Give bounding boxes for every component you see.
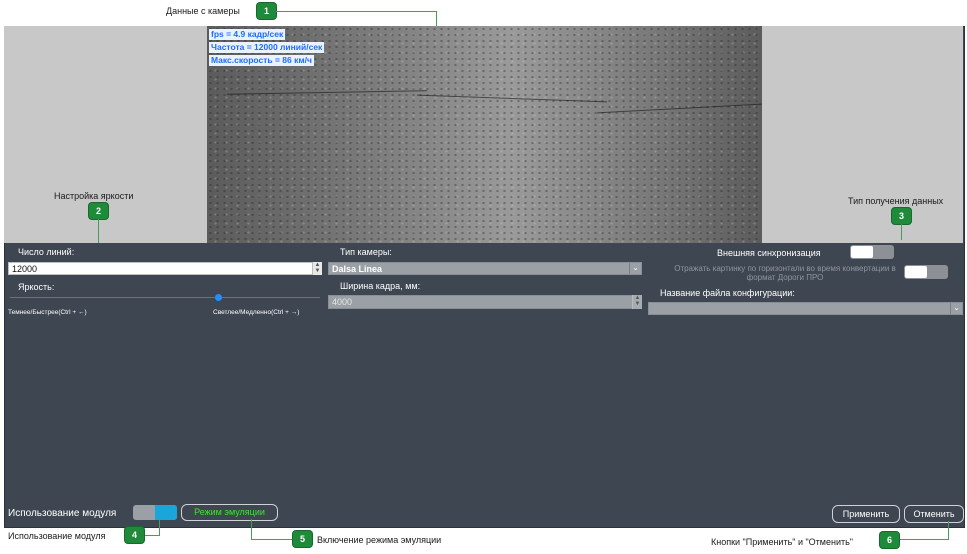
config-file-label: Название файла конфигурации: — [660, 288, 795, 298]
external-sync-label: Внешняя синхронизация — [717, 248, 821, 258]
brightness-label: Яркость: — [18, 282, 55, 292]
mirror-image-label: Отражать картинку по горизонтали во врем… — [674, 264, 896, 282]
module-usage-toggle[interactable] — [133, 505, 177, 520]
module-usage-label: Использование модуля — [8, 508, 117, 519]
callout-camera-data-label: Данные с камеры — [166, 6, 240, 16]
fps-readout: fps = 4.9 кадр/сек — [209, 29, 286, 40]
frame-width-input[interactable]: 4000 — [328, 295, 642, 309]
callout-badge-5: 5 — [293, 531, 312, 547]
camera-type-select[interactable]: Dalsa Linea ⌄ — [328, 262, 642, 275]
module-usage-toggle-knob — [155, 505, 177, 520]
callout-leader-6 — [948, 521, 949, 539]
callout-badge-3: 3 — [892, 208, 911, 224]
emulation-mode-button[interactable]: Режим эмуляции — [181, 504, 278, 521]
max-speed-readout: Макс.скорость = 86 км/ч — [209, 55, 314, 66]
callout-badge-4: 4 — [125, 527, 144, 543]
camera-preview: fps = 4.9 кадр/сек Частота = 12000 линий… — [207, 26, 762, 243]
callout-leader-5-horizontal — [251, 539, 293, 540]
brightness-darker-hint: Темнее/Быстрее(Ctrl + ←) — [8, 309, 87, 316]
brightness-lighter-hint: Светлее/Медленно(Ctrl + →) — [213, 309, 300, 316]
callout-brightness-label: Настройка яркости — [54, 191, 134, 201]
cancel-button[interactable]: Отменить — [904, 505, 964, 523]
frame-width-label: Ширина кадра, мм: — [340, 281, 421, 291]
frequency-readout: Частота = 12000 линий/сек — [209, 42, 325, 53]
camera-right-margin — [762, 26, 963, 243]
callout-emulation-label: Включение режима эмуляции — [317, 535, 442, 545]
callout-leader-3 — [901, 224, 902, 240]
callout-leader-1 — [276, 11, 436, 12]
lines-count-label: Число линий: — [18, 247, 75, 257]
callout-badge-1: 1 — [257, 3, 276, 19]
callout-buttons-label: Кнопки "Применить" и "Отменить" — [711, 537, 853, 547]
callout-data-source-label: Тип получения данных — [848, 196, 944, 206]
callout-leader-4-horizontal — [144, 535, 160, 536]
mirror-image-toggle-knob — [905, 266, 927, 278]
callout-leader-4 — [159, 520, 160, 535]
brightness-slider-track[interactable] — [10, 297, 320, 298]
callout-leader-6-horizontal — [900, 539, 949, 540]
callout-badge-6: 6 — [880, 532, 899, 548]
external-sync-toggle[interactable] — [850, 245, 894, 259]
config-file-select[interactable]: ⌄ — [648, 302, 963, 315]
brightness-slider-thumb[interactable] — [214, 294, 222, 301]
callout-leader-5 — [251, 519, 252, 539]
frame-width-stepper[interactable]: ▲ ▼ — [632, 295, 642, 309]
callout-badge-2: 2 — [89, 203, 108, 219]
chevron-down-icon[interactable]: ⌄ — [629, 263, 641, 274]
callout-module-usage-label: Использование модуля — [8, 531, 106, 541]
lines-count-input[interactable]: 12000 — [8, 262, 321, 275]
callout-leader-2 — [98, 219, 99, 243]
external-sync-toggle-knob — [851, 246, 873, 258]
camera-type-label: Тип камеры: — [340, 247, 392, 257]
chevron-down-icon[interactable]: ⌄ — [950, 303, 962, 314]
camera-type-value: Dalsa Linea — [332, 264, 383, 274]
apply-button[interactable]: Применить — [832, 505, 900, 523]
lines-count-stepper[interactable]: ▲ ▼ — [312, 262, 322, 275]
mirror-image-toggle[interactable] — [904, 265, 948, 279]
